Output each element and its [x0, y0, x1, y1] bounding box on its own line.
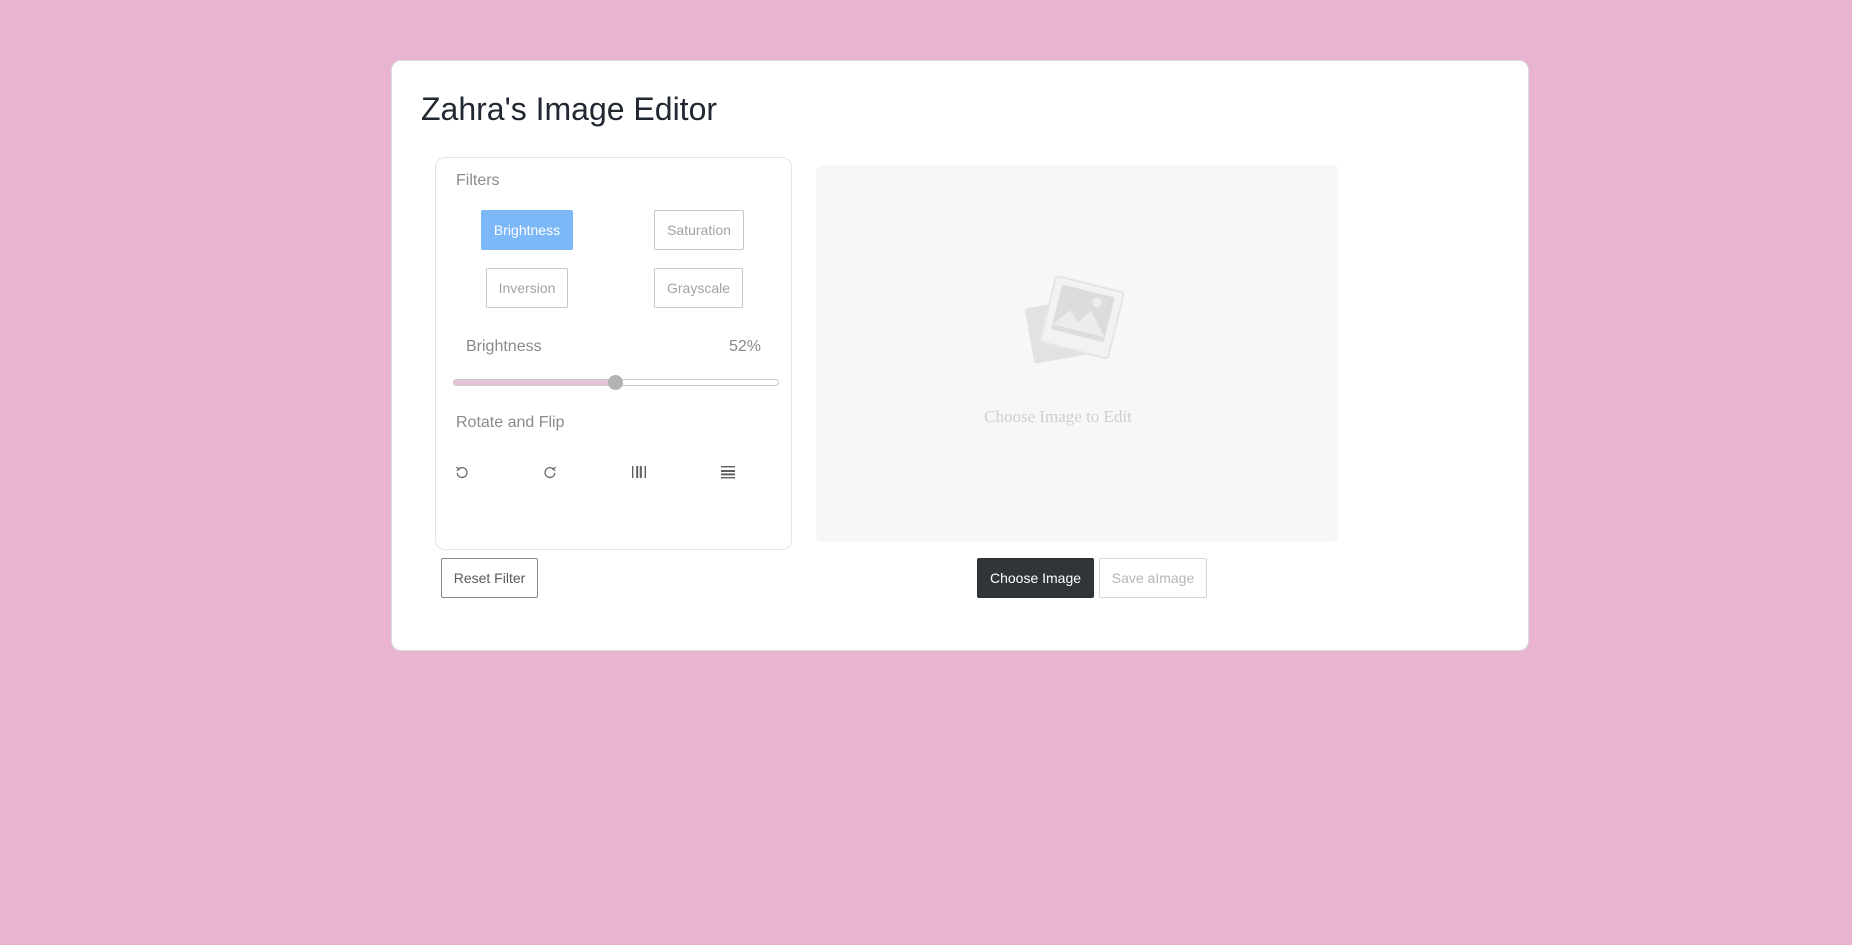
slider-name: Brightness — [466, 338, 542, 355]
inversion-filter-button[interactable]: Inversion — [486, 268, 568, 308]
flip-horizontal-button[interactable] — [625, 458, 653, 486]
slider-value: 52% — [728, 338, 761, 355]
flip-vertical-icon — [721, 466, 735, 479]
flip-horizontal-icon — [632, 466, 646, 478]
preview-placeholder-text: Choose Image to Edit — [984, 407, 1132, 426]
flip-vertical-button[interactable] — [714, 458, 742, 486]
image-preview-area: Choose Image to Edit — [816, 165, 1338, 542]
filter-panel: Filters Brightness Saturation Inversion … — [435, 157, 792, 550]
rotate-right-button[interactable] — [536, 458, 564, 486]
rotate-flip-label: Rotate and Flip — [456, 414, 565, 431]
choose-image-button[interactable]: Choose Image — [977, 558, 1094, 598]
brightness-filter-button[interactable]: Brightness — [481, 210, 573, 250]
reset-filter-button[interactable]: Reset Filter — [441, 558, 538, 598]
save-image-button[interactable]: Save aImage — [1099, 558, 1207, 598]
filter-slider[interactable] — [453, 375, 779, 390]
editor-card: Zahra's Image Editor Filters Brightness … — [391, 60, 1529, 651]
slider-fill — [454, 380, 616, 385]
rotate-left-button[interactable] — [448, 458, 476, 486]
slider-thumb[interactable] — [608, 375, 623, 390]
rotate-left-icon — [456, 466, 468, 479]
filters-label: Filters — [456, 172, 500, 189]
image-placeholder-icon — [1025, 275, 1125, 364]
page-title: Zahra's Image Editor — [421, 91, 718, 127]
rotate-right-icon — [544, 466, 556, 479]
grayscale-filter-button[interactable]: Grayscale — [654, 268, 743, 308]
saturation-filter-button[interactable]: Saturation — [654, 210, 744, 250]
